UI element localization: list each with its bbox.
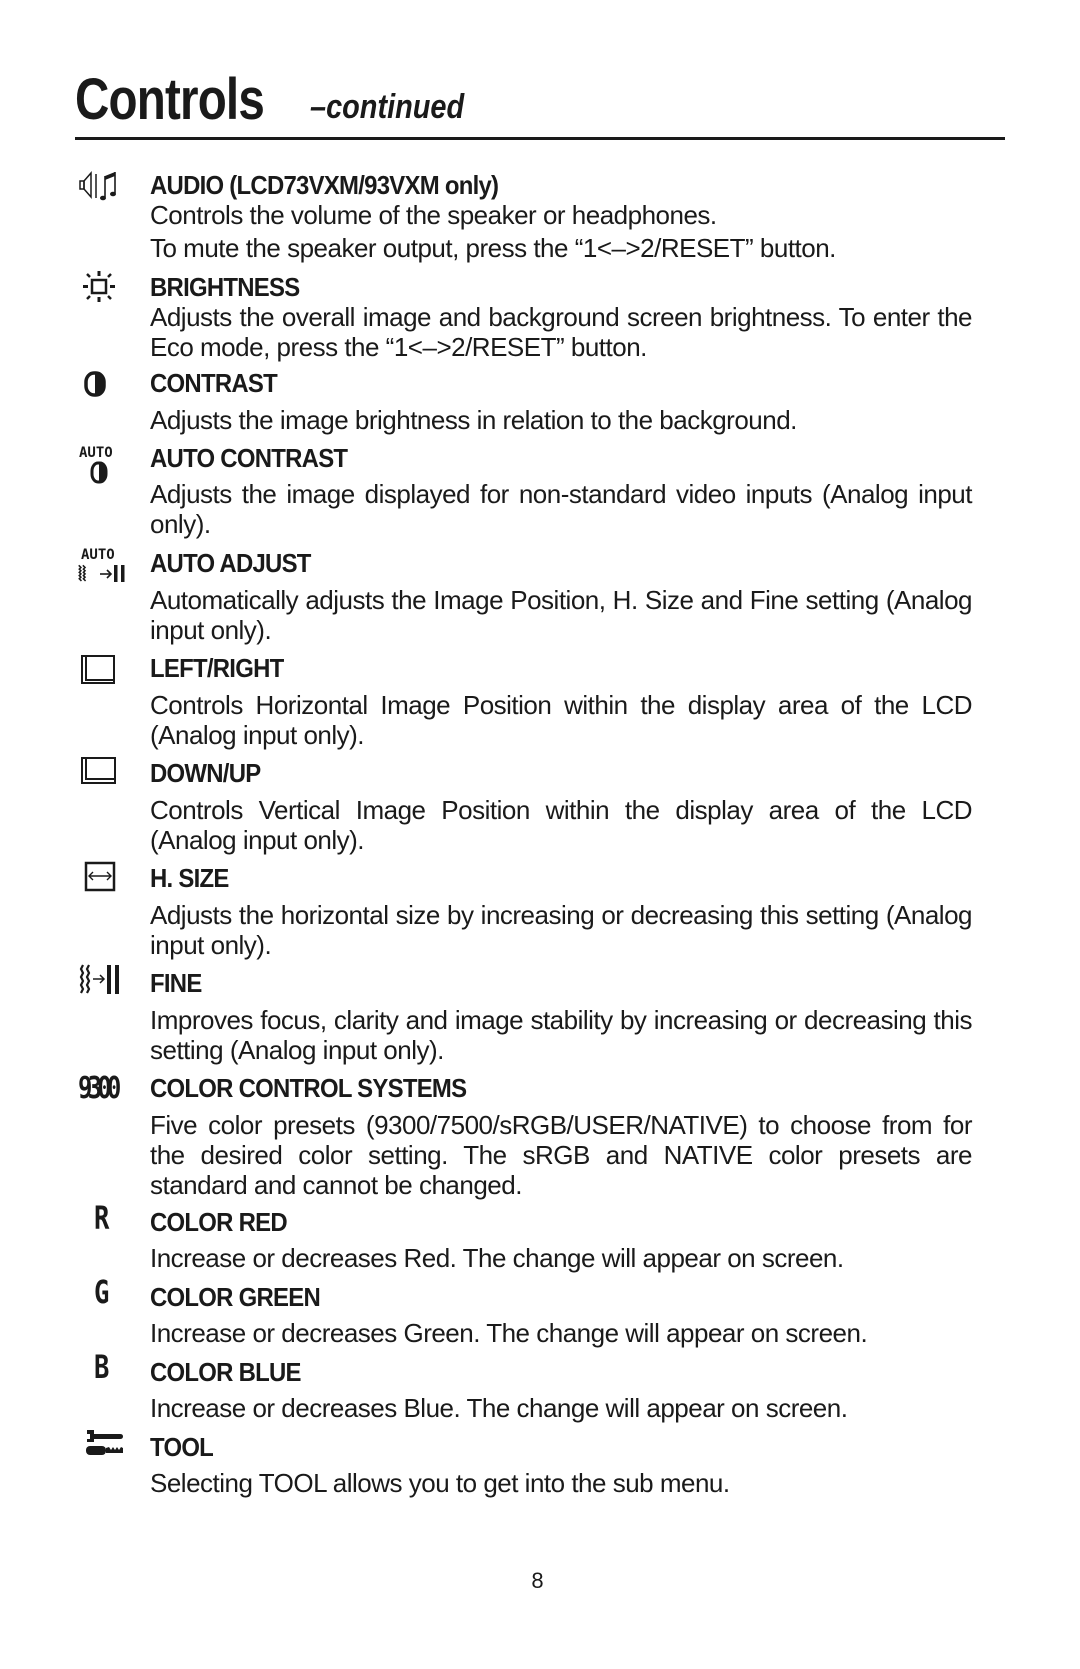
control-heading: TOOL bbox=[150, 1432, 214, 1462]
control-description: Controls Horizontal Image Position withi… bbox=[150, 690, 973, 750]
control-heading: COLOR GREEN bbox=[150, 1282, 321, 1312]
control-description: Adjusts the image brightness in relation… bbox=[150, 405, 972, 435]
page-title-main: Controls bbox=[75, 67, 265, 132]
description-line: Adjusts the image displayed for non-stan… bbox=[150, 479, 973, 539]
control-heading: H. SIZE bbox=[150, 863, 229, 893]
control-description: Adjusts the overall image and background… bbox=[150, 302, 973, 362]
svg-text:9300: 9300 bbox=[78, 1071, 120, 1104]
auto-adjust-icon: AUTO ⦚⦚ bbox=[78, 545, 134, 589]
page-number: 8 bbox=[531, 1568, 544, 1593]
control-description: Five color presets (9300/7500/sRGB/USER/… bbox=[150, 1110, 973, 1200]
description-line: Adjusts the overall image and background… bbox=[150, 302, 973, 362]
control-heading: COLOR BLUE bbox=[150, 1357, 302, 1387]
svg-text:AUTO: AUTO bbox=[81, 547, 115, 563]
control-description: Increase or decreases Green. The change … bbox=[150, 1318, 972, 1348]
description-line: To mute the speaker output, press the “1… bbox=[150, 233, 836, 263]
description-line: Selecting TOOL allows you to get into th… bbox=[150, 1468, 730, 1498]
control-description: Automatically adjusts the Image Position… bbox=[150, 585, 973, 645]
description-line: Increase or decreases Green. The change … bbox=[150, 1318, 868, 1348]
auto-label: AUTO bbox=[79, 445, 113, 461]
description-line: Five color presets (9300/7500/sRGB/USER/… bbox=[150, 1110, 973, 1200]
description-line: Increase or decreases Red. The change wi… bbox=[150, 1243, 844, 1273]
svg-text:B: B bbox=[94, 1350, 109, 1384]
svg-text:⦚⦚: ⦚⦚ bbox=[78, 562, 87, 586]
color-green-icon: G bbox=[78, 1275, 134, 1319]
audio-icon bbox=[78, 168, 134, 212]
color-red-icon: R bbox=[78, 1201, 134, 1245]
color-control-icon: 9300 bbox=[78, 1070, 134, 1114]
control-heading: AUTO CONTRAST bbox=[150, 443, 348, 473]
down-up-icon bbox=[78, 755, 134, 799]
control-heading: FINE bbox=[150, 968, 202, 998]
description-line: Adjusts the horizontal size by increasin… bbox=[150, 900, 973, 960]
contrast-icon bbox=[78, 370, 134, 414]
control-description: Controls the volume of the speaker or he… bbox=[150, 200, 972, 263]
control-description: Adjusts the horizontal size by increasin… bbox=[150, 900, 973, 960]
control-heading: LEFT/RIGHT bbox=[150, 653, 284, 683]
fine-icon bbox=[78, 962, 134, 1006]
h-size-icon bbox=[78, 860, 134, 904]
control-heading: DOWN/UP bbox=[150, 758, 261, 788]
page-title-subtitle: –continued bbox=[310, 88, 465, 126]
control-heading: COLOR RED bbox=[150, 1207, 288, 1237]
control-description: Increase or decreases Blue. The change w… bbox=[150, 1393, 972, 1423]
description-line: Increase or decreases Blue. The change w… bbox=[150, 1393, 848, 1423]
description-line: Automatically adjusts the Image Position… bbox=[150, 585, 973, 645]
brightness-icon bbox=[78, 268, 134, 312]
control-heading: COLOR CONTROL SYSTEMS bbox=[150, 1073, 467, 1103]
control-heading: AUDIO (LCD73VXM/93VXM only) bbox=[150, 170, 499, 200]
title-divider bbox=[75, 137, 1005, 140]
description-line: Improves focus, clarity and image stabil… bbox=[150, 1005, 973, 1065]
control-description: Improves focus, clarity and image stabil… bbox=[150, 1005, 973, 1065]
control-description: Adjusts the image displayed for non-stan… bbox=[150, 479, 973, 539]
control-description: Controls Vertical Image Position within … bbox=[150, 795, 973, 855]
control-description: Increase or decreases Red. The change wi… bbox=[150, 1243, 972, 1273]
control-heading: AUTO ADJUST bbox=[150, 548, 311, 578]
control-heading: CONTRAST bbox=[150, 368, 278, 398]
color-blue-icon: B bbox=[78, 1350, 134, 1394]
description-line: Controls Vertical Image Position within … bbox=[150, 795, 973, 855]
description-line: Adjusts the image brightness in relation… bbox=[150, 405, 797, 435]
svg-text:R: R bbox=[94, 1201, 110, 1235]
auto-contrast-icon: AUTO bbox=[78, 443, 134, 487]
control-description: Selecting TOOL allows you to get into th… bbox=[150, 1468, 972, 1498]
page-title: Controls –continued bbox=[75, 66, 464, 133]
svg-text:G: G bbox=[94, 1275, 109, 1309]
control-heading: BRIGHTNESS bbox=[150, 272, 300, 302]
left-right-icon bbox=[78, 653, 134, 697]
description-line: Controls the volume of the speaker or he… bbox=[150, 200, 717, 230]
tool-icon bbox=[78, 1428, 134, 1472]
description-line: Controls Horizontal Image Position withi… bbox=[150, 690, 973, 750]
